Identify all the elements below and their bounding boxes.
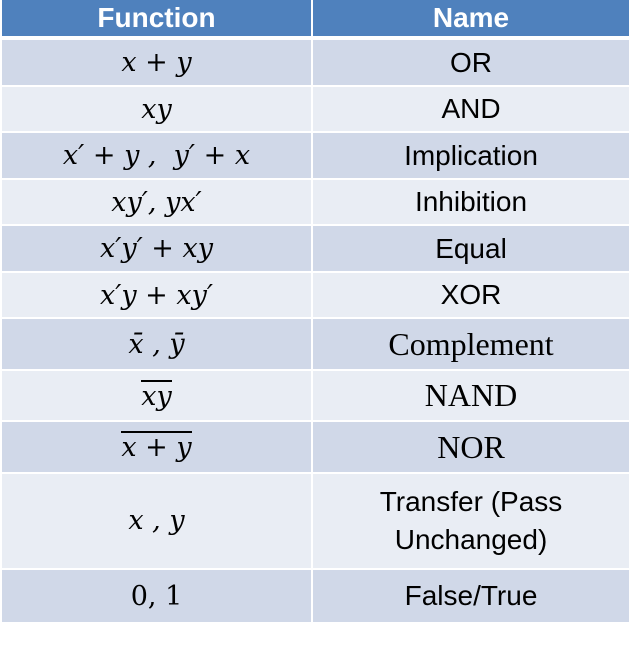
separator: , [143,328,170,360]
function-cell: xy′, yx′ [0,178,313,226]
name-cell: Implication [311,131,629,180]
table-row: x + y OR [0,37,629,87]
x-bar: x̄ [128,328,144,360]
function-cell: x + y [0,420,313,474]
function-cell: x̄ , ȳ [0,317,313,371]
function-cell: xy [0,85,313,133]
table-row: x + y NOR [0,420,629,474]
name-cell: Transfer (Pass Unchanged) [311,472,629,570]
name-line-1: Transfer (Pass [379,486,563,518]
function-cell: x′ + y , y′ + x [0,131,313,180]
name-line-2: Unchanged) [394,524,548,555]
name-cell: Equal [311,224,629,273]
table-row: xy′, yx′ Inhibition [0,178,629,226]
table-row: x̄ , ȳ Complement [0,317,629,371]
header-function: Function [0,0,313,40]
table-row: x′y′ + xy Equal [0,224,629,273]
name-cell: AND [311,85,629,133]
boolean-functions-table: Function Name x + y OR xy AND x′ + y , y… [0,0,629,622]
overlined-expression: x + y [121,431,192,463]
name-cell: NAND [311,369,629,422]
name-cell: Complement [311,317,629,371]
function-cell: x + y [0,37,313,87]
function-cell: x′y′ + xy [0,224,313,273]
function-cell: x′y + xy′ [0,271,313,319]
name-cell: NOR [311,420,629,474]
table-row: x′ + y , y′ + x Implication [0,131,629,180]
function-cell: 0, 1 [0,568,313,622]
table-row: x′y + xy′ XOR [0,271,629,319]
table-row: 0, 1 False/True [0,568,629,622]
table-row: xy NAND [0,369,629,422]
overlined-expression: xy [141,379,172,412]
function-cell: xy [0,369,313,422]
function-cell: x , y [0,472,313,570]
y-bar: ȳ [169,328,185,360]
name-cell: False/True [311,568,629,622]
table-row: xy AND [0,85,629,133]
name-cell: Inhibition [311,178,629,226]
name-cell: XOR [311,271,629,319]
table-row: x , y Transfer (Pass Unchanged) [0,472,629,570]
name-cell: OR [311,37,629,87]
header-name: Name [311,0,629,40]
header-row: Function Name [0,0,629,40]
